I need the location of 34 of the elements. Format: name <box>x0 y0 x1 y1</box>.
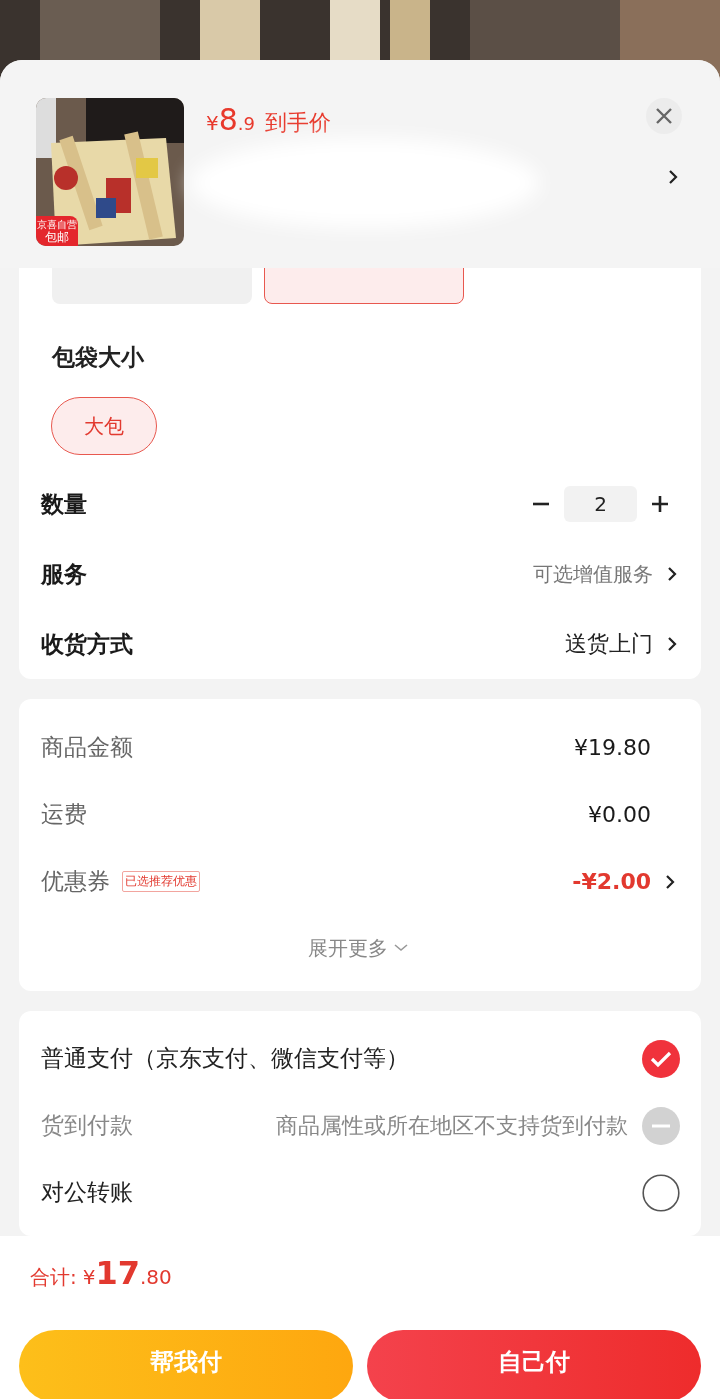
summary-label: 优惠券 <box>41 867 110 896</box>
chevron-icon[interactable] <box>667 636 677 652</box>
size-chip[interactable]: 大包 <box>51 397 157 455</box>
payment-option: 货到付款 <box>41 1110 133 1141</box>
summary-label: 运费 <box>41 800 87 829</box>
payment-option[interactable]: 对公转账 <box>41 1177 133 1208</box>
payment-note: 商品属性或所在地区不支持货到付款 <box>276 1111 628 1140</box>
total-price: 合计: ¥17.80 <box>29 1253 173 1294</box>
summary-label: 商品金额 <box>41 733 133 762</box>
summary-value: ¥19.80 <box>574 735 651 760</box>
quantity-field[interactable]: 2 <box>564 486 637 522</box>
row-label: 服务 <box>41 559 87 589</box>
close-icon[interactable] <box>646 98 682 134</box>
row-value[interactable]: 送货上门 <box>565 629 653 659</box>
chevron-down-icon[interactable] <box>394 944 408 952</box>
radio-checked[interactable] <box>642 1039 680 1078</box>
row-value[interactable]: 可选增值服务 <box>533 560 653 588</box>
badge-text: 包邮 <box>45 229 69 244</box>
row-label: 收货方式 <box>41 629 133 659</box>
badge-text: 京喜自营 <box>37 218 77 230</box>
expand-more-link[interactable]: 展开更多 <box>41 915 675 991</box>
summary-value: -¥2.00 <box>572 869 651 894</box>
summary-value: ¥0.00 <box>588 802 651 827</box>
pay-button[interactable]: 自己付 <box>367 1330 701 1399</box>
payment-option[interactable]: 普通支付（京东支付、微信支付等） <box>41 1043 409 1074</box>
chevron-icon[interactable] <box>665 873 675 890</box>
coupon-tag: 已选推荐优惠 <box>122 871 200 892</box>
price-text: ¥8.9 <box>206 102 255 137</box>
chevron-icon[interactable] <box>668 169 678 185</box>
row-label: 数量 <box>41 489 87 519</box>
section-title: 包袋大小 <box>50 343 145 372</box>
radio-button[interactable] <box>642 1173 680 1212</box>
chevron-icon[interactable] <box>667 566 677 582</box>
price-label: 到手价 <box>265 109 331 137</box>
